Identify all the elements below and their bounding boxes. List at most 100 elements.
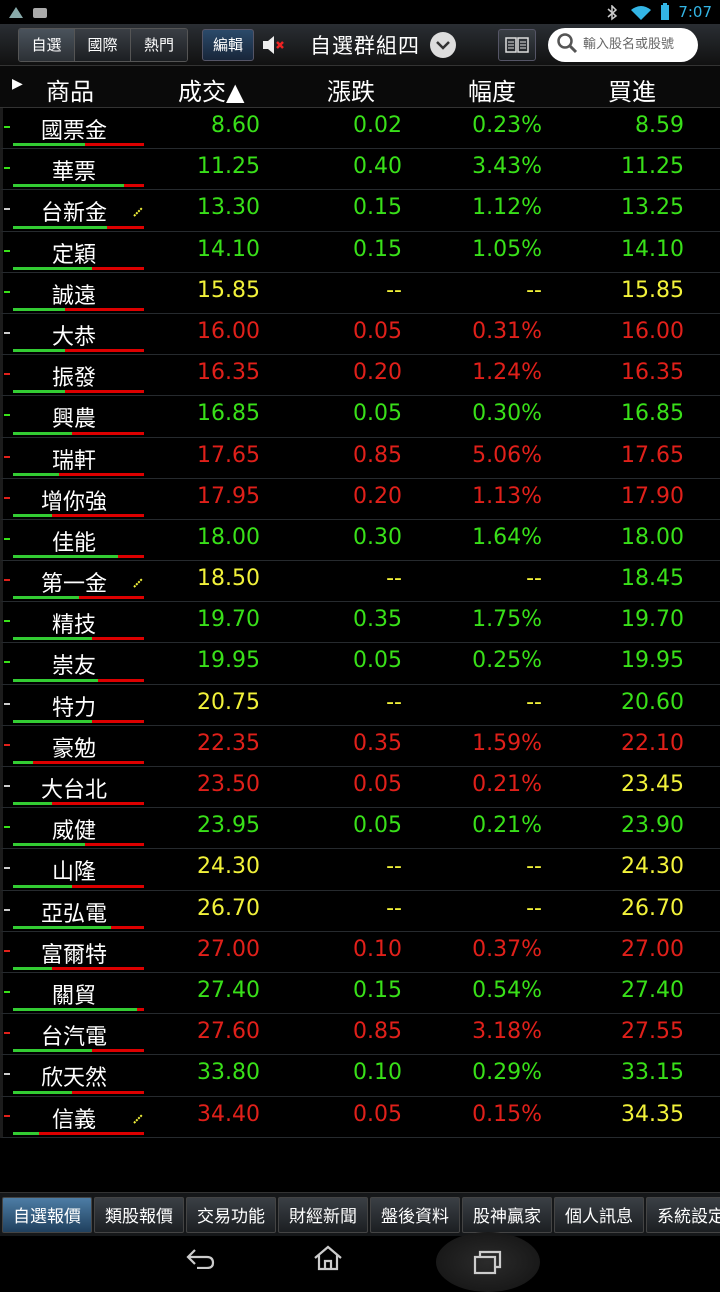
- cell-price: 27.00: [197, 936, 260, 962]
- back-icon[interactable]: [180, 1238, 220, 1278]
- table-row[interactable]: 亞弘電 26.70 -- -- 26.70: [0, 890, 720, 932]
- table-row[interactable]: 大恭 16.00 0.05 0.31% 16.00: [0, 313, 720, 356]
- cell-price: 18.50: [197, 566, 260, 592]
- cell-price: 13.30: [197, 195, 260, 221]
- stock-name: 華票: [51, 160, 96, 186]
- table-row[interactable]: 國票金 8.60 0.02 0.23% 8.59: [0, 108, 720, 150]
- stock-name: 富爾特: [40, 942, 107, 968]
- trend-marker: [4, 908, 10, 911]
- trend-marker: [4, 949, 10, 952]
- search-box: [548, 27, 698, 62]
- cell-price: 14.10: [197, 236, 260, 262]
- cell-pct: 0.23%: [472, 113, 542, 138]
- bottom-tab[interactable]: 類股報價: [94, 1196, 184, 1233]
- table-row[interactable]: 台汽電 27.60 0.85 3.18% 27.55: [0, 1014, 720, 1056]
- table-row[interactable]: 富爾特 27.00 0.10 0.37% 27.00: [0, 931, 720, 973]
- cell-bid: 33.15: [621, 1060, 684, 1086]
- cell-price: 17.95: [197, 483, 260, 509]
- home-icon[interactable]: [308, 1238, 348, 1278]
- col-bid[interactable]: 買進: [608, 72, 656, 107]
- volume-ratio-bar: [13, 802, 144, 806]
- chevron-down-icon[interactable]: [430, 31, 456, 58]
- cell-change: 0.05: [353, 813, 402, 839]
- volume-ratio-bar: [13, 390, 144, 394]
- edit-button[interactable]: 編輯: [202, 28, 254, 61]
- expand-arrow-icon[interactable]: ▶: [12, 76, 23, 92]
- stock-name: 振發: [51, 366, 96, 392]
- cell-bid: 27.40: [621, 977, 684, 1003]
- bottom-tab[interactable]: 財經新聞: [278, 1196, 368, 1233]
- table-row[interactable]: 特力 20.75 -- -- 20.60: [0, 684, 720, 726]
- cell-pct: --: [526, 277, 542, 303]
- table-row[interactable]: 華票 11.25 0.40 3.43% 11.25: [0, 149, 720, 191]
- bottom-tab[interactable]: 盤後資料: [370, 1196, 460, 1233]
- tab-international[interactable]: 國際: [75, 28, 131, 61]
- book-icon[interactable]: [498, 28, 536, 61]
- table-row[interactable]: 佳能 18.00 0.30 1.64% 18.00: [0, 519, 720, 562]
- bottom-tab[interactable]: 股神贏家: [462, 1196, 552, 1233]
- volume-ratio-bar: [13, 143, 144, 147]
- col-change[interactable]: 漲跌: [327, 72, 375, 107]
- trend-marker: [4, 743, 10, 746]
- cell-pct: 0.31%: [472, 318, 542, 344]
- bottom-tab[interactable]: 交易功能: [186, 1196, 276, 1233]
- group-title[interactable]: 自選群組四: [310, 30, 420, 60]
- cell-change: 0.85: [353, 442, 402, 468]
- stock-name: 欣天然: [40, 1066, 107, 1092]
- col-price[interactable]: 成交▲: [178, 72, 244, 107]
- table-row[interactable]: 崇友 19.95 0.05 0.25% 19.95: [0, 643, 720, 685]
- col-name[interactable]: 商品: [46, 72, 94, 107]
- bottom-tab[interactable]: 個人訊息: [554, 1196, 644, 1233]
- table-row[interactable]: 大台北 23.50 0.05 0.21% 23.45: [0, 767, 720, 809]
- table-row[interactable]: 定穎 14.10 0.15 1.05% 14.10: [0, 231, 720, 273]
- stock-name: 國票金: [40, 119, 107, 144]
- cell-change: 0.10: [353, 936, 402, 962]
- cell-bid: 24.30: [621, 854, 684, 880]
- table-row[interactable]: 豪勉 22.35 0.35 1.59% 22.10: [0, 725, 720, 767]
- col-pct[interactable]: 幅度: [468, 72, 516, 107]
- cell-change: 0.15: [353, 977, 402, 1003]
- table-row[interactable]: 瑞軒 17.65 0.85 5.06% 17.65: [0, 437, 720, 479]
- table-row[interactable]: 關貿 27.40 0.15 0.54% 27.40: [0, 972, 720, 1015]
- cell-price: 16.85: [197, 401, 260, 427]
- table-row[interactable]: 威健 23.95 0.05 0.21% 23.90: [0, 808, 720, 850]
- search-icon[interactable]: [556, 32, 578, 58]
- recents-icon[interactable]: [436, 1232, 540, 1292]
- table-row[interactable]: 信義 34.40 0.05 0.15% 34.35: [0, 1096, 720, 1138]
- cell-bid: 27.00: [621, 936, 684, 962]
- table-row[interactable]: 第一金 18.50 -- -- 18.45: [0, 561, 720, 603]
- stock-name: 信義: [51, 1107, 96, 1133]
- bottom-tab[interactable]: 系統設定: [646, 1196, 720, 1233]
- table-row[interactable]: 增你強 17.95 0.20 1.13% 17.90: [0, 478, 720, 520]
- bottom-tabs: 自選報價 類股報價 交易功能 財經新聞 盤後資料 股神贏家 個人訊息 系統設定: [0, 1192, 720, 1236]
- tab-watchlist[interactable]: 自選: [19, 28, 75, 61]
- bag-notification-icon: [32, 5, 48, 19]
- toolbar: 自選 國際 熱門 編輯 自選群組四: [0, 24, 720, 66]
- volume-ratio-bar: [13, 966, 144, 970]
- nav-bar: [0, 1232, 720, 1292]
- cell-pct: 1.13%: [472, 483, 542, 509]
- speaker-muted-icon[interactable]: [260, 32, 286, 58]
- table-row[interactable]: 山隆 24.30 -- -- 24.30: [0, 849, 720, 891]
- cell-change: 0.02: [353, 113, 402, 138]
- bottom-tab[interactable]: 自選報價: [2, 1196, 92, 1233]
- stock-name: 山隆: [51, 860, 96, 886]
- cell-bid: 16.35: [621, 360, 684, 386]
- tab-popular[interactable]: 熱門: [131, 28, 187, 61]
- cell-change: --: [386, 895, 402, 921]
- cell-pct: 0.37%: [472, 936, 542, 962]
- cell-pct: 3.18%: [472, 1019, 542, 1045]
- table-row[interactable]: 精技 19.70 0.35 1.75% 19.70: [0, 602, 720, 644]
- table-row[interactable]: 台新金 13.30 0.15 1.12% 13.25: [0, 190, 720, 232]
- stock-name: 威健: [51, 819, 96, 845]
- table-row[interactable]: 誠遠 15.85 -- -- 15.85: [0, 272, 720, 314]
- table-row[interactable]: 欣天然 33.80 0.10 0.29% 33.15: [0, 1055, 720, 1097]
- volume-ratio-bar: [13, 678, 144, 682]
- note-flag-icon: [133, 569, 143, 588]
- cell-bid: 22.10: [621, 730, 684, 756]
- table-row[interactable]: 振發 16.35 0.20 1.24% 16.35: [0, 355, 720, 397]
- search-input[interactable]: [583, 37, 691, 52]
- cell-bid: 23.90: [621, 813, 684, 839]
- cell-bid: 19.70: [621, 607, 684, 633]
- table-row[interactable]: 興農 16.85 0.05 0.30% 16.85: [0, 396, 720, 438]
